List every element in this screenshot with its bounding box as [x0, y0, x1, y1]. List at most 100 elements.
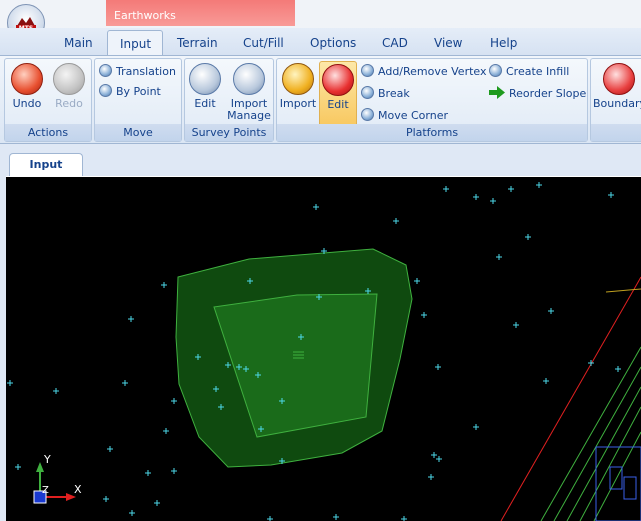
add-remove-vertex-icon: [361, 64, 374, 77]
redo-icon: [53, 63, 85, 95]
survey-point: [548, 308, 554, 314]
group-survey-points: Edit Import Manage Survey Points: [184, 58, 274, 142]
move-corner-icon: [361, 108, 374, 121]
group-label-platforms: Platforms: [277, 124, 587, 141]
platform-import-icon: [282, 63, 314, 95]
green-arrow-icon: [489, 86, 505, 99]
survey-point: [431, 452, 437, 458]
document-tab-input[interactable]: Input: [9, 153, 83, 177]
survey-point: [443, 186, 449, 192]
group-label-survey-points: Survey Points: [185, 124, 273, 141]
survey-point: [333, 514, 339, 520]
survey-point: [508, 186, 514, 192]
survey-point: [401, 516, 407, 521]
terrain-lines: [500, 276, 641, 521]
by-point-label: By Point: [116, 85, 161, 98]
axis-z-label: Z: [42, 485, 49, 496]
undo-icon: [11, 63, 43, 95]
survey-point: [122, 380, 128, 386]
break-label: Break: [378, 87, 410, 100]
context-tab-label: Earthworks: [114, 9, 176, 22]
axis-y-label: Y: [43, 453, 51, 466]
survey-point: [154, 500, 160, 506]
tab-main[interactable]: Main: [64, 36, 93, 50]
platform-import-button[interactable]: Import: [279, 61, 317, 125]
survey-point: [513, 322, 519, 328]
break-icon: [361, 86, 374, 99]
redo-label: Redo: [55, 97, 83, 110]
tab-view[interactable]: View: [434, 36, 462, 50]
tab-cut-fill[interactable]: Cut/Fill: [243, 36, 284, 50]
redo-button[interactable]: Redo: [49, 61, 89, 125]
survey-point: [129, 510, 135, 516]
group-boundary: Boundary: [590, 58, 641, 142]
break-button[interactable]: Break: [361, 85, 410, 103]
group-platforms: Import Edit Add/Remove Vertex Break Move…: [276, 58, 588, 142]
by-point-button[interactable]: By Point: [99, 83, 161, 101]
ucs-axis-icon: Y X Z: [33, 453, 82, 504]
import-manage-button[interactable]: Import Manage: [225, 61, 273, 125]
group-move: Translation By Point Move: [94, 58, 182, 142]
drawing-canvas[interactable]: Y X Z: [6, 176, 641, 521]
survey-point: [53, 388, 59, 394]
tab-input[interactable]: Input: [107, 30, 163, 56]
ribbon-panel: Undo Redo Actions Translation By Point M…: [0, 55, 641, 144]
survey-point: [161, 282, 167, 288]
add-remove-vertex-button[interactable]: Add/Remove Vertex: [361, 63, 487, 81]
survey-point: [435, 364, 441, 370]
survey-point: [473, 194, 479, 200]
boundary-icon: [603, 63, 635, 95]
create-infill-label: Create Infill: [506, 65, 570, 78]
ribbon-tab-bar: Main Terrain Cut/Fill Options CAD View H…: [0, 28, 641, 55]
survey-point: [421, 312, 427, 318]
reorder-slope-label: Reorder Slope: [509, 87, 587, 100]
move-corner-button[interactable]: Move Corner: [361, 107, 448, 125]
survey-edit-button[interactable]: Edit: [187, 61, 223, 125]
import-manage-label-2: Manage: [227, 109, 271, 122]
group-actions: Undo Redo Actions: [4, 58, 92, 142]
platform-edit-label: Edit: [327, 98, 349, 111]
reorder-slope-button[interactable]: Reorder Slope: [489, 85, 586, 103]
platform-edit-icon: [322, 64, 354, 96]
translation-button[interactable]: Translation: [99, 63, 176, 81]
add-remove-vertex-label: Add/Remove Vertex: [378, 65, 487, 78]
survey-point: [414, 278, 420, 284]
tab-options[interactable]: Options: [310, 36, 356, 50]
group-label-boundary: [591, 124, 641, 141]
move-corner-label: Move Corner: [378, 109, 448, 122]
survey-point: [7, 380, 13, 386]
survey-point: [543, 378, 549, 384]
create-infill-button[interactable]: Create Infill: [489, 63, 569, 81]
survey-point: [103, 496, 109, 502]
platform-edit-button[interactable]: Edit: [319, 61, 357, 127]
survey-point: [107, 446, 113, 452]
translation-label: Translation: [116, 65, 176, 78]
undo-button[interactable]: Undo: [7, 61, 47, 125]
survey-point: [490, 198, 496, 204]
group-label-move: Move: [95, 124, 181, 141]
survey-point: [428, 474, 434, 480]
boundary-button[interactable]: Boundary: [593, 61, 641, 125]
survey-point: [473, 424, 479, 430]
context-tab-earthworks: Earthworks: [106, 0, 295, 26]
survey-point: [163, 428, 169, 434]
by-point-icon: [99, 84, 112, 97]
survey-point: [171, 468, 177, 474]
survey-point: [267, 516, 273, 521]
survey-edit-icon: [189, 63, 221, 95]
import-manage-icon: [233, 63, 265, 95]
survey-point: [436, 456, 442, 462]
undo-label: Undo: [12, 97, 42, 110]
survey-point: [615, 366, 621, 372]
translation-icon: [99, 64, 112, 77]
tab-help[interactable]: Help: [490, 36, 517, 50]
create-infill-icon: [489, 64, 502, 77]
survey-point: [313, 204, 319, 210]
tab-cad[interactable]: CAD: [382, 36, 408, 50]
survey-point: [536, 182, 542, 188]
cad-viewport[interactable]: Y X Z: [6, 177, 641, 521]
survey-point: [128, 316, 134, 322]
tab-terrain[interactable]: Terrain: [177, 36, 218, 50]
axis-x-label: X: [74, 483, 82, 496]
boundary-label: Boundary: [593, 97, 641, 110]
